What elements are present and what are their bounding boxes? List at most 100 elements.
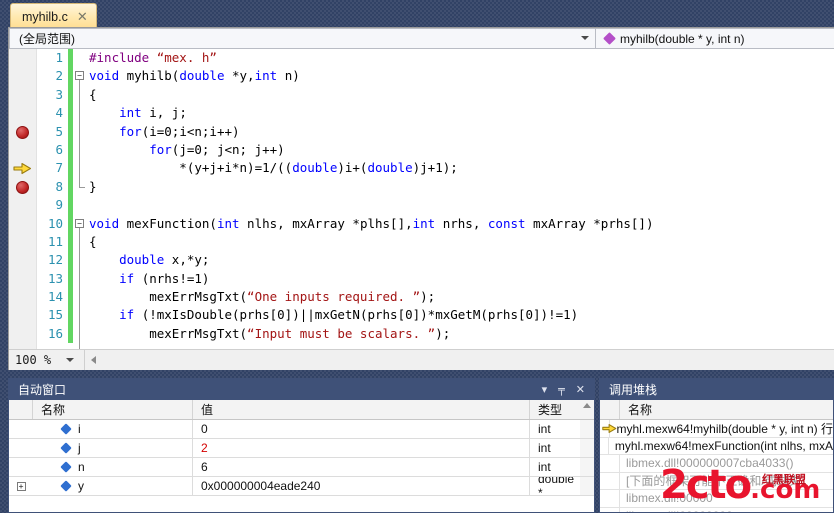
autos-header-name[interactable]: 名称 bbox=[33, 400, 193, 419]
call-stack-row[interactable]: libmex.dll!000000007cba4033() bbox=[600, 455, 833, 473]
line-number: 4 bbox=[55, 105, 63, 121]
code-editor: (全局范围) myhilb(double * y, int n) 1 #inclu… bbox=[8, 27, 834, 370]
autos-header-value[interactable]: 值 bbox=[193, 400, 530, 419]
call-stack-row[interactable]: [下面的框架可能不正确和/或缺失 bbox=[600, 472, 833, 490]
change-indicator bbox=[68, 214, 73, 233]
line-number: 15 bbox=[47, 307, 63, 323]
call-stack-marker-cell bbox=[600, 507, 620, 512]
document-tab-myhilb-c[interactable]: myhilb.c ✕ bbox=[10, 3, 97, 27]
breakpoint-gutter[interactable] bbox=[9, 49, 37, 349]
change-indicator bbox=[68, 140, 73, 160]
line-number: 8 bbox=[55, 178, 63, 194]
collapse-icon[interactable]: − bbox=[75, 71, 84, 81]
line-number: 7 bbox=[55, 160, 63, 176]
call-stack-row[interactable]: myhl.mexw64!mexFunction(int nlhs, mxA bbox=[600, 437, 833, 455]
call-stack-rows: myhl.mexw64!myhilb(double * y, int n) 行 m… bbox=[600, 420, 833, 512]
pin-icon[interactable]: ╤ bbox=[558, 384, 565, 395]
vertical-scrollbar[interactable] bbox=[580, 439, 594, 457]
change-indicator bbox=[68, 122, 73, 141]
line-number: 3 bbox=[55, 86, 63, 102]
collapse-icon[interactable]: − bbox=[75, 218, 84, 228]
editor-status-bar: 100 % bbox=[9, 349, 834, 370]
variable-name-cell: y bbox=[33, 477, 193, 495]
autos-scroll-up-button[interactable] bbox=[580, 400, 594, 419]
code-text: int i, j; bbox=[119, 105, 187, 121]
fold-guide-end bbox=[79, 186, 85, 188]
code-text: double x,*y; bbox=[119, 252, 210, 268]
row-expander-cell bbox=[9, 439, 33, 457]
code-text: mexErrMsgTxt(“One inputs required. ”); bbox=[89, 289, 436, 305]
scope-dropdown[interactable]: (全局范围) bbox=[9, 28, 596, 49]
table-row[interactable]: n 6 int bbox=[9, 458, 594, 477]
variable-value-cell[interactable]: 2 bbox=[193, 439, 530, 457]
autos-rows: i 0 int j 2 int n 6 int + y 0x000000004eade240 doubl… bbox=[9, 420, 594, 496]
line-number: 16 bbox=[47, 325, 63, 341]
change-indicator bbox=[68, 85, 73, 105]
close-icon[interactable]: ✕ bbox=[576, 384, 585, 395]
variable-value-cell[interactable]: 0 bbox=[193, 420, 530, 438]
zoom-dropdown[interactable]: 100 % bbox=[9, 350, 85, 370]
call-stack-window: 调用堆栈 名称 myhl.mexw64!myhilb(double * y, i… bbox=[599, 378, 834, 513]
visual-studio-window: myhilb.c ✕ (全局范围) myhilb(double * y, int… bbox=[0, 0, 834, 513]
member-dropdown[interactable]: myhilb(double * y, int n) bbox=[596, 28, 834, 49]
change-indicator bbox=[68, 288, 73, 307]
call-stack-row[interactable]: libmex.dll!00000 bbox=[600, 490, 833, 508]
scope-dropdown-label: (全局范围) bbox=[19, 32, 75, 46]
variable-value-cell[interactable]: 6 bbox=[193, 458, 530, 476]
variable-name-cell: i bbox=[33, 420, 193, 438]
document-tab-strip: myhilb.c ✕ bbox=[0, 0, 834, 27]
code-text: *(y+j+i*n)=1/((double)i+(double)j+1); bbox=[89, 160, 458, 176]
call-stack-header-name[interactable]: 名称 bbox=[620, 400, 833, 419]
vertical-scrollbar[interactable] bbox=[580, 420, 594, 438]
call-stack-title: 调用堆栈 bbox=[609, 383, 658, 397]
horizontal-scrollbar[interactable] bbox=[102, 350, 834, 370]
code-text: if (!mxIsDouble(prhs[0])||mxGetN(prhs[0]… bbox=[119, 307, 579, 323]
breakpoint-icon[interactable] bbox=[16, 125, 29, 139]
variable-icon bbox=[61, 481, 72, 492]
change-indicator bbox=[68, 49, 73, 68]
call-stack-row[interactable]: myhl.mexw64!myhilb(double * y, int n) 行 bbox=[600, 420, 833, 438]
scroll-left-button[interactable] bbox=[85, 350, 102, 370]
variable-name-cell: j bbox=[33, 439, 193, 457]
call-stack-frame-label: libmex.dll!00000 bbox=[626, 491, 713, 506]
zoom-level-label: 100 % bbox=[15, 353, 52, 367]
change-indicator bbox=[68, 324, 73, 344]
variable-type-cell: int bbox=[538, 460, 551, 474]
close-icon[interactable]: ✕ bbox=[77, 11, 88, 24]
line-number: 14 bbox=[47, 289, 63, 305]
table-row[interactable]: + y 0x000000004eade240 double * bbox=[9, 477, 594, 496]
line-number: 12 bbox=[47, 252, 63, 268]
code-text-area[interactable]: 1 #include “mex. h” 2− void myhilb(double *… bbox=[9, 49, 834, 349]
vertical-scrollbar[interactable] bbox=[580, 458, 594, 476]
current-frame-arrow-icon bbox=[602, 423, 617, 437]
fold-guide-line bbox=[79, 80, 80, 187]
call-stack-row[interactable]: libmex.dll!00000000 bbox=[600, 507, 833, 512]
autos-grid: 名称 值 类型 i 0 int j 2 int n 6 int + y 0x000000004eade… bbox=[9, 400, 594, 512]
editor-navigation-bar: (全局范围) myhilb(double * y, int n) bbox=[9, 28, 834, 49]
table-row[interactable]: j 2 int bbox=[9, 439, 594, 458]
code-text: } bbox=[89, 178, 97, 194]
variable-icon bbox=[61, 443, 72, 454]
line-number: 11 bbox=[47, 233, 63, 249]
autos-header-row: 名称 值 类型 bbox=[9, 400, 594, 420]
row-expander-cell[interactable]: + bbox=[9, 477, 33, 495]
expand-icon[interactable]: + bbox=[16, 481, 26, 491]
autos-header-type[interactable]: 类型 bbox=[530, 400, 580, 419]
call-stack-header-marker bbox=[600, 400, 620, 419]
variable-value-cell[interactable]: 0x000000004eade240 bbox=[193, 477, 530, 495]
code-text: for(j=0; j<n; j++) bbox=[149, 141, 285, 157]
code-text: { bbox=[89, 86, 97, 102]
line-number: 5 bbox=[55, 123, 63, 139]
change-indicator bbox=[68, 177, 73, 197]
breakpoint-icon[interactable] bbox=[16, 180, 29, 194]
call-stack-marker-cell bbox=[600, 455, 620, 472]
call-stack-title-bar: 调用堆栈 bbox=[600, 379, 833, 400]
code-text: if (nrhs!=1) bbox=[119, 270, 210, 286]
call-stack-header-row: 名称 bbox=[600, 400, 833, 420]
table-row[interactable]: i 0 int bbox=[9, 420, 594, 439]
variable-name: y bbox=[78, 479, 84, 493]
vertical-scrollbar[interactable] bbox=[580, 477, 594, 495]
line-number: 1 bbox=[55, 50, 63, 65]
line-number: 2 bbox=[55, 68, 63, 84]
chevron-down-icon[interactable]: ▾ bbox=[542, 384, 548, 395]
